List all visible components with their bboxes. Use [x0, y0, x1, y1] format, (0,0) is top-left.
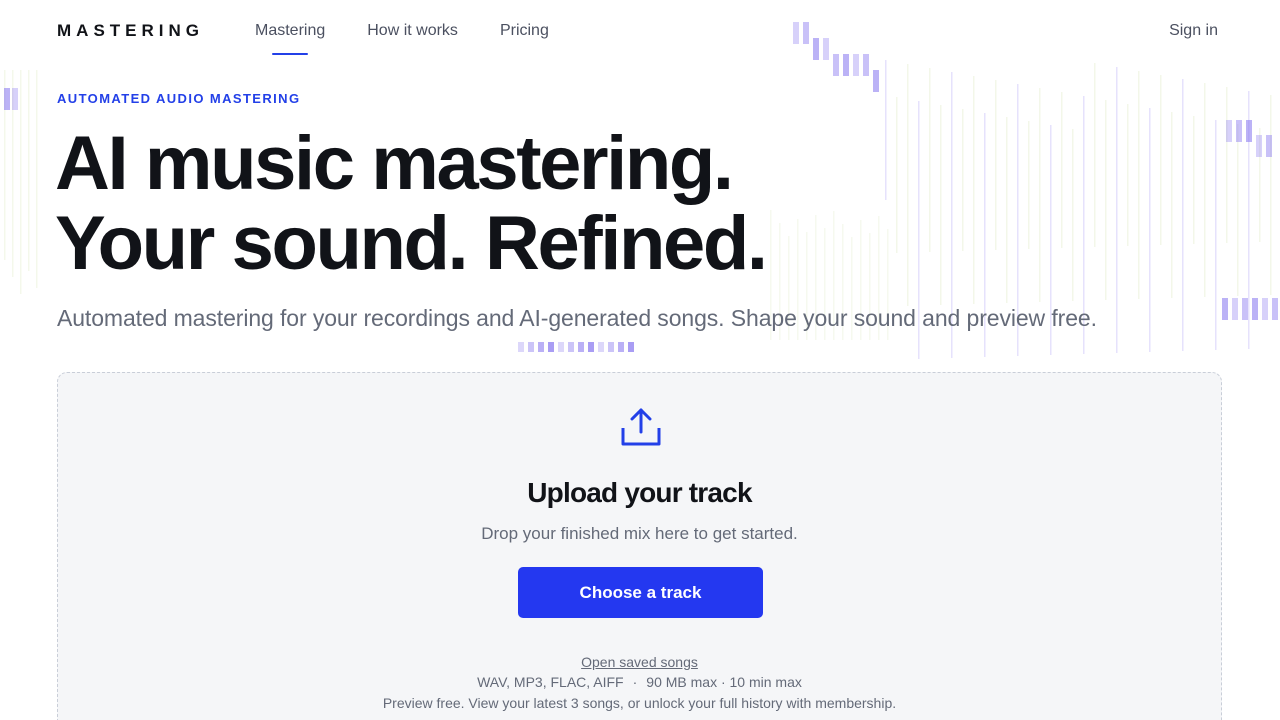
- waveform-bar: [1072, 129, 1074, 301]
- waveform-bar: [1182, 79, 1184, 351]
- waveform-bar: [1028, 121, 1030, 249]
- waveform-bar: [973, 76, 975, 304]
- waveform-block: [1226, 120, 1232, 142]
- top-navigation: MASTERING Mastering How it works Pricing…: [0, 0, 1280, 64]
- main-nav: Mastering How it works Pricing: [255, 22, 549, 55]
- waveform-bar: [1127, 104, 1129, 246]
- open-saved-songs-link-row: Open saved songs: [58, 654, 1221, 670]
- waveform-block: [1262, 298, 1268, 320]
- sign-in-link[interactable]: Sign in: [1169, 22, 1218, 40]
- waveform-block: [548, 342, 554, 352]
- waveform-bar: [907, 64, 909, 306]
- upload-dropzone[interactable]: Upload your track Drop your finished mix…: [57, 372, 1222, 720]
- waveform-block: [518, 342, 524, 352]
- waveform-bar: [995, 80, 997, 250]
- waveform-bar: [1061, 92, 1063, 248]
- waveform-bar: [20, 70, 22, 294]
- eyebrow-label: AUTOMATED AUDIO MASTERING: [57, 91, 301, 106]
- waveform-bar: [1138, 71, 1140, 299]
- waveform-bar: [1259, 128, 1261, 242]
- waveform-bar: [1006, 117, 1008, 303]
- waveform-bar: [4, 70, 6, 260]
- waveform-bar: [1204, 83, 1206, 297]
- waveform-block: [12, 88, 18, 110]
- waveform-block: [538, 342, 544, 352]
- waveform-bar: [1270, 95, 1272, 295]
- waveform-block: [1252, 298, 1258, 320]
- waveform-bar: [1149, 108, 1151, 352]
- waveform-block: [1232, 298, 1238, 320]
- headline-line-1: AI music mastering.: [55, 121, 734, 206]
- waveform-bar: [1193, 116, 1195, 244]
- waveform-bar: [1116, 67, 1118, 353]
- waveform-block: [598, 342, 604, 352]
- waveform-bar: [1160, 75, 1162, 245]
- waveform-bar: [36, 70, 38, 288]
- file-limits: 90 MB max · 10 min max: [646, 674, 802, 690]
- open-saved-songs-link[interactable]: Open saved songs: [581, 654, 698, 670]
- waveform-block: [618, 342, 624, 352]
- nav-item-pricing[interactable]: Pricing: [500, 22, 549, 40]
- nav-item-how-it-works[interactable]: How it works: [367, 22, 458, 40]
- page-title: AI music mastering. Your sound. Refined.: [55, 121, 768, 286]
- waveform-bar: [940, 105, 942, 305]
- waveform-block: [558, 342, 564, 352]
- waveform-block: [873, 70, 879, 92]
- membership-note: Preview free. View your latest 3 songs, …: [382, 695, 897, 711]
- waveform-block: [578, 342, 584, 352]
- waveform-bar: [1226, 87, 1228, 243]
- waveform-bar: [1215, 120, 1217, 350]
- waveform-block: [1272, 298, 1278, 320]
- waveform-bar: [28, 70, 30, 271]
- format-limits: WAV, MP3, FLAC, AIFF · 90 MB max · 10 min …: [58, 674, 1221, 690]
- waveform-block: [608, 342, 614, 352]
- upload-icon: [621, 408, 661, 446]
- logo[interactable]: MASTERING: [57, 21, 204, 41]
- waveform-block: [568, 342, 574, 352]
- waveform-block: [1242, 298, 1248, 320]
- nav-item-mastering[interactable]: Mastering: [255, 22, 325, 55]
- waveform-block: [588, 342, 594, 352]
- upload-description: Drop your finished mix here to get start…: [481, 524, 798, 543]
- waveform-bar: [1171, 112, 1173, 298]
- waveform-bar: [885, 60, 887, 200]
- waveform-bar: [1039, 88, 1041, 302]
- waveform-bar: [896, 97, 898, 253]
- supported-formats: WAV, MP3, FLAC, AIFF: [477, 674, 624, 690]
- waveform-bar: [962, 109, 964, 251]
- waveform-block: [1266, 135, 1272, 157]
- upload-title: Upload your track: [527, 477, 752, 508]
- waveform-bar: [1094, 63, 1096, 247]
- subheadline: Automated mastering for your recordings …: [57, 305, 1097, 331]
- headline-line-2: Your sound. Refined.: [55, 201, 768, 286]
- waveform-block: [528, 342, 534, 352]
- format-separator: ·: [632, 674, 638, 690]
- waveform-block: [1246, 120, 1252, 142]
- waveform-block: [4, 88, 10, 110]
- waveform-bar: [1105, 100, 1107, 300]
- waveform-bar: [929, 68, 931, 252]
- waveform-block: [1222, 298, 1228, 320]
- waveform-block: [1256, 135, 1262, 157]
- waveform-block: [1236, 120, 1242, 142]
- waveform-bar: [1248, 91, 1250, 349]
- waveform-block: [628, 342, 634, 352]
- page: MASTERING Mastering How it works Pricing…: [0, 0, 1280, 720]
- choose-track-button[interactable]: Choose a track: [518, 567, 763, 618]
- waveform-bar: [12, 70, 14, 277]
- waveform-bar: [1237, 124, 1239, 296]
